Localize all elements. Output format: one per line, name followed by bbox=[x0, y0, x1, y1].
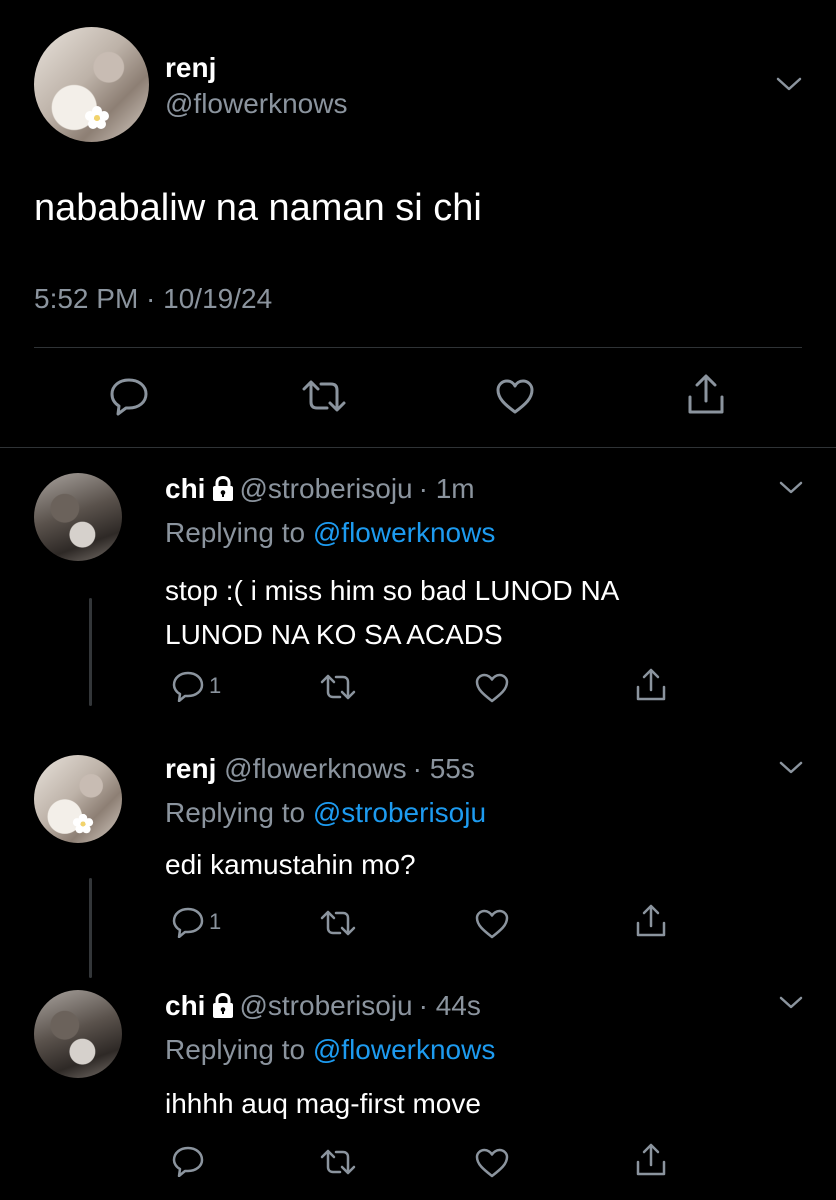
replying-label: Replying to bbox=[165, 797, 306, 828]
like-icon bbox=[475, 673, 509, 703]
share-button[interactable] bbox=[634, 903, 668, 939]
replying-to: Replying to @flowerknows bbox=[165, 517, 495, 549]
reply-icon bbox=[110, 378, 148, 416]
display-name[interactable]: chi bbox=[165, 473, 205, 504]
thread-line bbox=[89, 878, 92, 978]
avatar[interactable] bbox=[34, 990, 122, 1078]
share-button[interactable] bbox=[685, 373, 727, 417]
replying-label: Replying to bbox=[165, 517, 306, 548]
mention-link[interactable]: @stroberisoju bbox=[313, 797, 486, 828]
chevron-down-icon[interactable] bbox=[778, 480, 804, 496]
time: · 1m bbox=[418, 473, 475, 504]
reply-header: chi @stroberisoju · 1m bbox=[165, 473, 475, 505]
share-button[interactable] bbox=[634, 667, 668, 703]
mention-link[interactable]: @flowerknows bbox=[313, 1034, 495, 1065]
like-button[interactable] bbox=[474, 672, 510, 704]
tweet-text: nababaliw na naman si chi bbox=[34, 187, 482, 229]
share-icon bbox=[688, 374, 724, 414]
like-icon bbox=[496, 379, 534, 414]
reply-text: stop :( i miss him so bad LUNOD NA LUNOD… bbox=[165, 569, 619, 657]
like-button[interactable] bbox=[474, 1147, 510, 1179]
replying-to: Replying to @flowerknows bbox=[165, 1034, 495, 1066]
retweet-icon bbox=[302, 380, 346, 412]
retweet-button[interactable] bbox=[319, 909, 357, 937]
reply-count: 1 bbox=[209, 673, 222, 698]
reply-header: chi @stroberisoju · 44s bbox=[165, 990, 481, 1022]
timestamp[interactable]: 5:52 PM · 10/19/24 bbox=[34, 283, 272, 315]
handle[interactable]: @stroberisoju bbox=[239, 990, 412, 1021]
divider bbox=[0, 447, 836, 448]
retweet-icon bbox=[320, 1149, 356, 1175]
like-icon bbox=[475, 909, 509, 939]
time: · 55s bbox=[412, 753, 475, 784]
reply-icon bbox=[172, 671, 204, 702]
time: · 44s bbox=[418, 990, 481, 1021]
thread-line bbox=[89, 598, 92, 706]
reply-button[interactable] bbox=[108, 376, 150, 416]
reply-text: edi kamustahin mo? bbox=[165, 849, 416, 880]
reply-count: 1 bbox=[209, 909, 222, 934]
retweet-icon bbox=[320, 910, 356, 936]
replying-label: Replying to bbox=[165, 1034, 306, 1065]
retweet-button[interactable] bbox=[319, 1148, 357, 1176]
handle[interactable]: @stroberisoju bbox=[239, 473, 412, 504]
lock-icon bbox=[213, 476, 234, 501]
reply-button[interactable]: 1 bbox=[171, 906, 221, 938]
flower-icon bbox=[72, 813, 94, 834]
mention-link[interactable]: @flowerknows bbox=[313, 517, 495, 548]
share-icon bbox=[636, 1143, 666, 1176]
share-icon bbox=[636, 904, 666, 937]
like-button[interactable] bbox=[474, 908, 510, 940]
display-name[interactable]: chi bbox=[165, 990, 205, 1021]
retweet-button[interactable] bbox=[319, 673, 357, 701]
reply-icon bbox=[172, 907, 204, 938]
handle[interactable]: @flowerknows bbox=[165, 88, 347, 120]
reply-icon bbox=[172, 1146, 204, 1177]
like-button[interactable] bbox=[494, 378, 536, 416]
reply-header: renj @flowerknows · 55s bbox=[165, 753, 475, 785]
divider bbox=[34, 347, 802, 348]
flower-icon bbox=[85, 106, 109, 129]
chevron-down-icon[interactable] bbox=[778, 760, 804, 776]
reply-button[interactable] bbox=[171, 1145, 205, 1177]
reply-text: ihhhh auq mag-first move bbox=[165, 1088, 481, 1119]
avatar[interactable] bbox=[34, 473, 122, 561]
chevron-down-icon[interactable] bbox=[775, 75, 803, 93]
display-name[interactable]: renj bbox=[165, 52, 216, 84]
retweet-button[interactable] bbox=[300, 378, 348, 414]
reply-text-line: stop :( i miss him so bad LUNOD NA bbox=[165, 575, 620, 606]
display-name[interactable]: renj bbox=[165, 753, 216, 784]
like-icon bbox=[475, 1148, 509, 1178]
share-button[interactable] bbox=[634, 1142, 668, 1178]
replying-to: Replying to @stroberisoju bbox=[165, 797, 486, 829]
lock-icon bbox=[213, 993, 234, 1018]
reply-text-line: LUNOD NA KO SA ACADS bbox=[165, 619, 503, 650]
reply-button[interactable]: 1 bbox=[171, 670, 221, 702]
share-icon bbox=[636, 668, 666, 701]
avatar[interactable] bbox=[34, 755, 122, 843]
chevron-down-icon[interactable] bbox=[778, 995, 804, 1011]
retweet-icon bbox=[320, 674, 356, 700]
handle[interactable]: @flowerknows bbox=[224, 753, 406, 784]
avatar[interactable] bbox=[34, 27, 149, 142]
